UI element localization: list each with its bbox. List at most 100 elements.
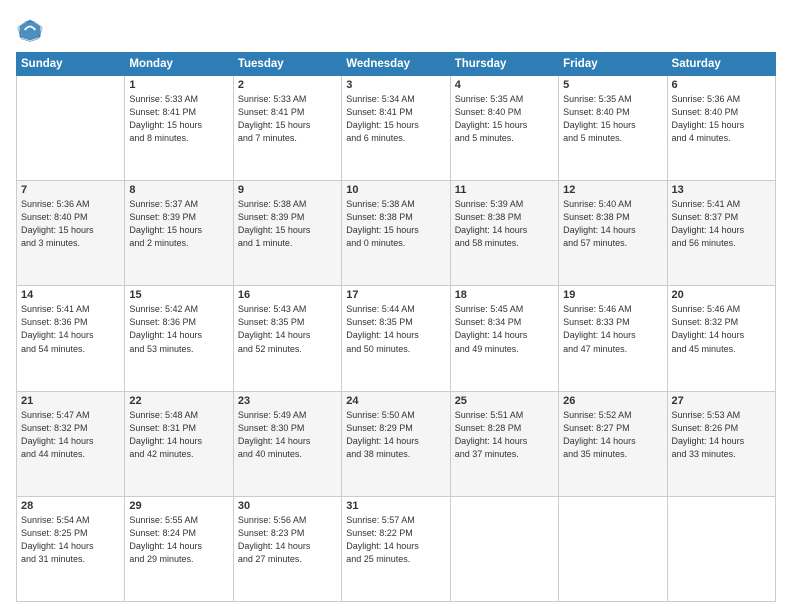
day-info: Sunrise: 5:50 AMSunset: 8:29 PMDaylight:… xyxy=(346,409,445,461)
calendar-cell: 7 Sunrise: 5:36 AMSunset: 8:40 PMDaylight… xyxy=(17,181,125,286)
calendar-cell: 23 Sunrise: 5:49 AMSunset: 8:30 PMDayligh… xyxy=(233,391,341,496)
calendar-cell: 30Sunrise: 5:56 AMSunset: 8:23 PMDayligh… xyxy=(233,496,341,601)
calendar-cell: 17Sunrise: 5:44 AMSunset: 8:35 PMDayligh… xyxy=(342,286,450,391)
day-number: 4 xyxy=(455,79,554,91)
day-number: 12 xyxy=(563,184,662,196)
day-number: 7 xyxy=(21,184,120,196)
calendar-cell: 9 Sunrise: 5:38 AMSunset: 8:39 PMDaylight… xyxy=(233,181,341,286)
calendar-cell: 6 Sunrise: 5:36 AMSunset: 8:40 PMDaylight… xyxy=(667,76,775,181)
weekday-header-row: SundayMondayTuesdayWednesdayThursdayFrid… xyxy=(17,53,776,76)
calendar-cell: 10Sunrise: 5:38 AMSunset: 8:38 PMDayligh… xyxy=(342,181,450,286)
day-info: Sunrise: 5:49 AMSunset: 8:30 PMDaylight:… xyxy=(238,409,337,461)
calendar-cell: 28 Sunrise: 5:54 AMSunset: 8:25 PMDayligh… xyxy=(17,496,125,601)
calendar-cell: 22Sunrise: 5:48 AMSunset: 8:31 PMDayligh… xyxy=(125,391,233,496)
day-number: 14 xyxy=(21,289,120,301)
day-number: 5 xyxy=(563,79,662,91)
week-row-3: 21 Sunrise: 5:47 AMSunset: 8:32 PMDayligh… xyxy=(17,391,776,496)
calendar-cell: 5 Sunrise: 5:35 AMSunset: 8:40 PMDaylight… xyxy=(559,76,667,181)
weekday-header-saturday: Saturday xyxy=(667,53,775,76)
day-info: Sunrise: 5:42 AMSunset: 8:36 PMDaylight:… xyxy=(129,303,228,355)
calendar-cell: 4 Sunrise: 5:35 AMSunset: 8:40 PMDaylight… xyxy=(450,76,558,181)
day-number: 1 xyxy=(129,79,228,91)
day-info: Sunrise: 5:54 AMSunset: 8:25 PMDaylight:… xyxy=(21,514,120,566)
day-number: 24 xyxy=(346,395,445,407)
calendar-cell: 16 Sunrise: 5:43 AMSunset: 8:35 PMDayligh… xyxy=(233,286,341,391)
calendar-cell: 20Sunrise: 5:46 AMSunset: 8:32 PMDayligh… xyxy=(667,286,775,391)
calendar-cell: 29Sunrise: 5:55 AMSunset: 8:24 PMDayligh… xyxy=(125,496,233,601)
day-info: Sunrise: 5:46 AMSunset: 8:33 PMDaylight:… xyxy=(563,303,662,355)
day-number: 13 xyxy=(672,184,771,196)
day-info: Sunrise: 5:43 AMSunset: 8:35 PMDaylight:… xyxy=(238,303,337,355)
day-number: 27 xyxy=(672,395,771,407)
week-row-0: 1 Sunrise: 5:33 AMSunset: 8:41 PMDaylight… xyxy=(17,76,776,181)
day-number: 11 xyxy=(455,184,554,196)
day-number: 25 xyxy=(455,395,554,407)
day-info: Sunrise: 5:41 AMSunset: 8:37 PMDaylight:… xyxy=(672,198,771,250)
calendar-cell: 14 Sunrise: 5:41 AMSunset: 8:36 PMDayligh… xyxy=(17,286,125,391)
calendar-cell: 24 Sunrise: 5:50 AMSunset: 8:29 PMDayligh… xyxy=(342,391,450,496)
day-number: 18 xyxy=(455,289,554,301)
calendar-cell xyxy=(17,76,125,181)
day-info: Sunrise: 5:35 AMSunset: 8:40 PMDaylight:… xyxy=(455,93,554,145)
calendar-cell: 8 Sunrise: 5:37 AMSunset: 8:39 PMDaylight… xyxy=(125,181,233,286)
day-number: 6 xyxy=(672,79,771,91)
day-info: Sunrise: 5:33 AMSunset: 8:41 PMDaylight:… xyxy=(238,93,337,145)
weekday-header-sunday: Sunday xyxy=(17,53,125,76)
calendar-cell: 1 Sunrise: 5:33 AMSunset: 8:41 PMDaylight… xyxy=(125,76,233,181)
calendar-cell: 3 Sunrise: 5:34 AMSunset: 8:41 PMDaylight… xyxy=(342,76,450,181)
day-info: Sunrise: 5:51 AMSunset: 8:28 PMDaylight:… xyxy=(455,409,554,461)
weekday-header-wednesday: Wednesday xyxy=(342,53,450,76)
weekday-header-tuesday: Tuesday xyxy=(233,53,341,76)
day-number: 17 xyxy=(346,289,445,301)
day-info: Sunrise: 5:39 AMSunset: 8:38 PMDaylight:… xyxy=(455,198,554,250)
day-info: Sunrise: 5:53 AMSunset: 8:26 PMDaylight:… xyxy=(672,409,771,461)
day-info: Sunrise: 5:36 AMSunset: 8:40 PMDaylight:… xyxy=(21,198,120,250)
day-number: 9 xyxy=(238,184,337,196)
day-number: 21 xyxy=(21,395,120,407)
day-info: Sunrise: 5:46 AMSunset: 8:32 PMDaylight:… xyxy=(672,303,771,355)
calendar-table: SundayMondayTuesdayWednesdayThursdayFrid… xyxy=(16,52,776,602)
day-number: 28 xyxy=(21,500,120,512)
day-info: Sunrise: 5:48 AMSunset: 8:31 PMDaylight:… xyxy=(129,409,228,461)
day-info: Sunrise: 5:34 AMSunset: 8:41 PMDaylight:… xyxy=(346,93,445,145)
week-row-2: 14 Sunrise: 5:41 AMSunset: 8:36 PMDayligh… xyxy=(17,286,776,391)
weekday-header-monday: Monday xyxy=(125,53,233,76)
day-number: 31 xyxy=(346,500,445,512)
day-number: 19 xyxy=(563,289,662,301)
day-info: Sunrise: 5:37 AMSunset: 8:39 PMDaylight:… xyxy=(129,198,228,250)
day-number: 2 xyxy=(238,79,337,91)
day-info: Sunrise: 5:47 AMSunset: 8:32 PMDaylight:… xyxy=(21,409,120,461)
day-info: Sunrise: 5:33 AMSunset: 8:41 PMDaylight:… xyxy=(129,93,228,145)
day-info: Sunrise: 5:56 AMSunset: 8:23 PMDaylight:… xyxy=(238,514,337,566)
calendar-cell xyxy=(450,496,558,601)
day-info: Sunrise: 5:45 AMSunset: 8:34 PMDaylight:… xyxy=(455,303,554,355)
day-info: Sunrise: 5:40 AMSunset: 8:38 PMDaylight:… xyxy=(563,198,662,250)
calendar-cell: 15 Sunrise: 5:42 AMSunset: 8:36 PMDayligh… xyxy=(125,286,233,391)
calendar-cell: 2 Sunrise: 5:33 AMSunset: 8:41 PMDaylight… xyxy=(233,76,341,181)
day-info: Sunrise: 5:36 AMSunset: 8:40 PMDaylight:… xyxy=(672,93,771,145)
day-info: Sunrise: 5:41 AMSunset: 8:36 PMDaylight:… xyxy=(21,303,120,355)
calendar-cell: 27 Sunrise: 5:53 AMSunset: 8:26 PMDayligh… xyxy=(667,391,775,496)
day-number: 26 xyxy=(563,395,662,407)
calendar-cell xyxy=(667,496,775,601)
calendar-cell: 11 Sunrise: 5:39 AMSunset: 8:38 PMDayligh… xyxy=(450,181,558,286)
weekday-header-friday: Friday xyxy=(559,53,667,76)
calendar-cell: 25 Sunrise: 5:51 AMSunset: 8:28 PMDayligh… xyxy=(450,391,558,496)
day-info: Sunrise: 5:38 AMSunset: 8:39 PMDaylight:… xyxy=(238,198,337,250)
day-number: 8 xyxy=(129,184,228,196)
week-row-1: 7 Sunrise: 5:36 AMSunset: 8:40 PMDaylight… xyxy=(17,181,776,286)
day-info: Sunrise: 5:57 AMSunset: 8:22 PMDaylight:… xyxy=(346,514,445,566)
day-number: 23 xyxy=(238,395,337,407)
calendar-cell: 26Sunrise: 5:52 AMSunset: 8:27 PMDayligh… xyxy=(559,391,667,496)
day-number: 3 xyxy=(346,79,445,91)
day-number: 15 xyxy=(129,289,228,301)
logo xyxy=(16,16,48,44)
page: SundayMondayTuesdayWednesdayThursdayFrid… xyxy=(0,0,792,612)
day-number: 10 xyxy=(346,184,445,196)
calendar-cell: 13 Sunrise: 5:41 AMSunset: 8:37 PMDayligh… xyxy=(667,181,775,286)
weekday-header-thursday: Thursday xyxy=(450,53,558,76)
day-number: 16 xyxy=(238,289,337,301)
day-info: Sunrise: 5:35 AMSunset: 8:40 PMDaylight:… xyxy=(563,93,662,145)
header xyxy=(16,16,776,44)
day-info: Sunrise: 5:55 AMSunset: 8:24 PMDaylight:… xyxy=(129,514,228,566)
